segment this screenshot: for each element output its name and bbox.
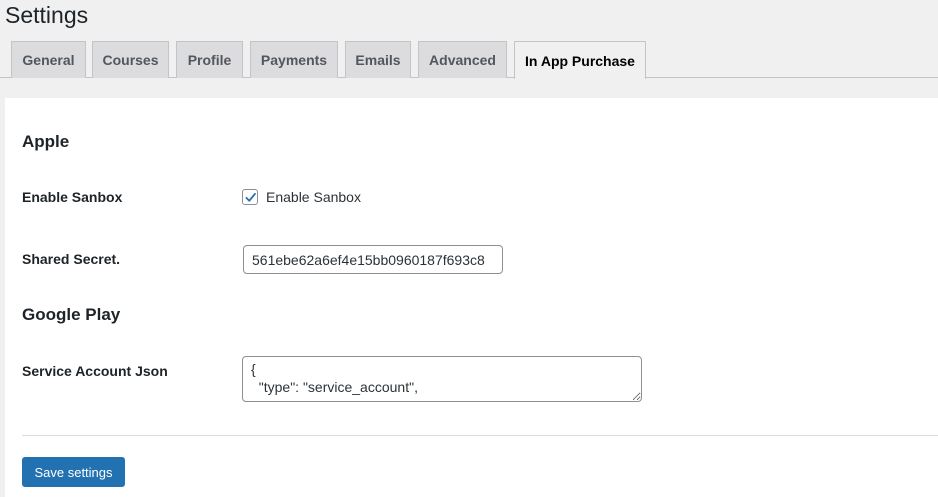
page-title: Settings [5, 2, 89, 28]
tab-emails[interactable]: Emails [345, 41, 411, 78]
shared-secret-label: Shared Secret. [22, 251, 121, 267]
shared-secret-input[interactable] [243, 245, 503, 274]
tab-general[interactable]: General [11, 41, 86, 78]
enable-sandbox-control[interactable]: Enable Sanbox [242, 189, 361, 205]
save-settings-button[interactable]: Save settings [22, 457, 125, 487]
divider [22, 435, 938, 436]
service-account-json-label: Service Account Json [22, 363, 168, 379]
tab-in-app-purchase[interactable]: In App Purchase [514, 41, 646, 79]
enable-sandbox-label: Enable Sanbox [22, 189, 123, 205]
enable-sandbox-checkbox[interactable] [242, 189, 258, 205]
tab-courses[interactable]: Courses [92, 41, 169, 78]
enable-sandbox-checkbox-label[interactable]: Enable Sanbox [266, 189, 361, 205]
tab-advanced[interactable]: Advanced [418, 41, 507, 78]
settings-panel [5, 98, 938, 497]
tab-payments[interactable]: Payments [250, 41, 338, 78]
service-account-json-textarea[interactable]: { "type": "service_account", [242, 356, 642, 402]
section-heading-apple: Apple [22, 132, 70, 151]
settings-tabs: General Courses Profile Payments Emails … [0, 41, 938, 79]
tab-profile[interactable]: Profile [176, 41, 243, 78]
checkmark-icon [245, 192, 256, 202]
section-heading-google-play: Google Play [22, 305, 121, 324]
